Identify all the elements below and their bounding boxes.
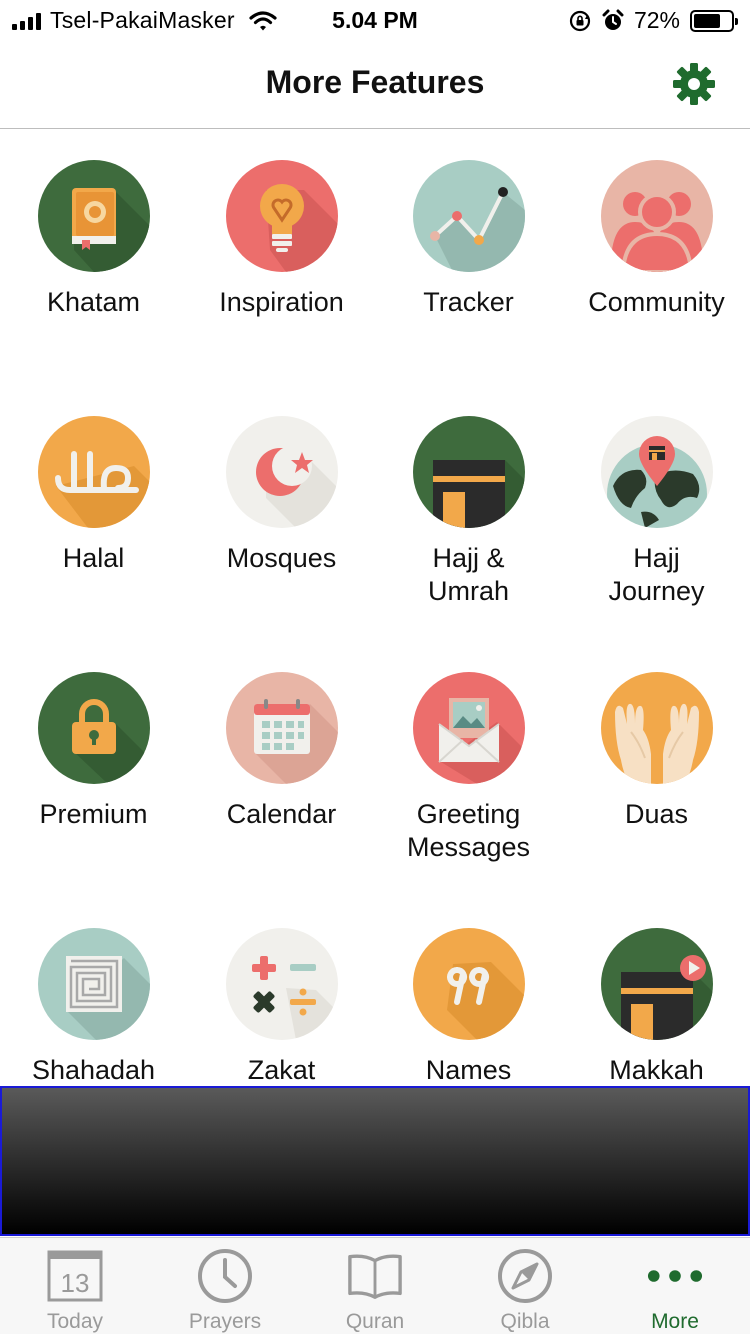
feature-icon-circle: [412, 672, 525, 784]
feature-icon-circle: [600, 672, 713, 784]
feature-icon-circle: [37, 672, 150, 784]
status-time: 5.04 PM: [332, 7, 418, 33]
tab-qibla[interactable]: Qibla: [450, 1238, 600, 1334]
kufic-calligraphy-icon: [37, 928, 150, 1040]
feature-names[interactable]: Names: [375, 928, 562, 1086]
feature-label: Names: [425, 1055, 512, 1085]
more-dots-icon: [647, 1270, 703, 1282]
tab-label: Prayers: [188, 1310, 262, 1333]
feature-icon-circle: [225, 928, 338, 1040]
feature-inspiration[interactable]: Inspiration: [188, 160, 375, 319]
status-left: Tsel-PakaiMasker: [12, 7, 277, 34]
battery-level: [694, 13, 720, 28]
battery-percent: 72%: [633, 7, 680, 33]
tab-bar: 13 Today Prayers Quran Qibla More: [0, 1237, 750, 1334]
quran-book-icon: [37, 160, 150, 272]
feature-premium[interactable]: Premium: [0, 672, 187, 831]
envelope-card-icon: [412, 672, 525, 784]
features-grid: Khatam Inspiration Tracker Community Hal…: [0, 160, 750, 1086]
feature-makkah[interactable]: Makkah: [563, 928, 750, 1086]
tab-label: Today: [46, 1310, 104, 1333]
feature-label: Greeting Messages: [406, 799, 531, 862]
feature-label: Premium: [39, 799, 148, 829]
feature-zakat[interactable]: Zakat: [188, 928, 375, 1086]
feature-hajj-journey[interactable]: Hajj Journey: [563, 416, 750, 608]
feature-icon-circle: [412, 416, 525, 528]
feature-label: Zakat: [247, 1055, 316, 1085]
tab-label: More: [651, 1310, 699, 1333]
feature-shahadah[interactable]: Shahadah: [0, 928, 187, 1086]
feature-halal[interactable]: Halal: [0, 416, 187, 575]
feature-label: Makkah: [609, 1055, 704, 1085]
kaaba-video-icon: [600, 928, 713, 1040]
people-group-icon: [600, 160, 713, 272]
feature-hajj-umrah[interactable]: Hajj & Umrah: [375, 416, 562, 608]
clock-icon: [198, 1249, 252, 1303]
feature-label: Duas: [624, 799, 689, 829]
compass-icon: [498, 1249, 552, 1303]
ad-banner[interactable]: [0, 1086, 750, 1236]
carrier-name: Tsel-PakaiMasker: [50, 7, 235, 33]
feature-label: Mosques: [226, 543, 337, 573]
feature-label: Shahadah: [31, 1055, 156, 1085]
wifi-icon: [249, 10, 277, 30]
feature-icon-circle: [412, 928, 525, 1040]
line-chart-icon: [412, 160, 525, 272]
status-right: 72%: [568, 7, 738, 34]
status-bar: Tsel-PakaiMasker 5.04 PM 72%: [0, 0, 750, 40]
feature-label: Khatam: [46, 287, 141, 317]
feature-community[interactable]: Community: [563, 160, 750, 319]
crescent-star-icon: [225, 416, 338, 528]
padlock-icon: [37, 672, 150, 784]
tab-quran[interactable]: Quran: [300, 1238, 450, 1334]
feature-icon-circle: [225, 416, 338, 528]
signal-icon: [12, 12, 41, 30]
feature-label: Calendar: [226, 799, 337, 829]
tab-prayers[interactable]: Prayers: [150, 1238, 300, 1334]
halal-arabic-icon: [37, 416, 150, 528]
battery-icon: [690, 9, 738, 32]
rotation-lock-icon: [569, 10, 591, 31]
feature-mosques[interactable]: Mosques: [188, 416, 375, 575]
calendar-day-icon: 13: [47, 1250, 103, 1302]
page-title: More Features: [265, 64, 485, 100]
feature-icon-circle: [412, 160, 525, 272]
kaaba-icon: [412, 416, 525, 528]
feature-label: Halal: [62, 543, 125, 573]
tab-label: Quran: [345, 1310, 405, 1333]
feature-calendar[interactable]: Calendar: [188, 672, 375, 831]
feature-icon-circle: [37, 160, 150, 272]
feature-label: Tracker: [423, 287, 514, 317]
feature-icon-circle: [37, 928, 150, 1040]
feature-tracker[interactable]: Tracker: [375, 160, 562, 319]
calculator-symbols-icon: [225, 928, 338, 1040]
feature-khatam[interactable]: Khatam: [0, 160, 187, 319]
alarm-clock-icon: [602, 9, 624, 30]
tab-more[interactable]: More: [600, 1238, 750, 1334]
tab-today[interactable]: 13 Today: [0, 1238, 150, 1334]
globe-pin-icon: [600, 416, 713, 528]
feature-greeting-messages[interactable]: Greeting Messages: [375, 672, 562, 864]
calendar-day-number: 13: [61, 1268, 90, 1298]
feature-icon-circle: [225, 672, 338, 784]
gear-icon[interactable]: [672, 62, 716, 106]
calendar-icon: [225, 672, 338, 784]
navigation-bar: More Features: [0, 40, 750, 129]
arabic-99-icon: [412, 928, 525, 1040]
feature-icon-circle: [600, 160, 713, 272]
feature-icon-circle: [37, 416, 150, 528]
praying-hands-icon: [600, 672, 713, 784]
feature-label: Hajj & Umrah: [427, 543, 509, 606]
feature-label: Inspiration: [219, 287, 344, 317]
feature-icon-circle: [600, 416, 713, 528]
feature-duas[interactable]: Duas: [563, 672, 750, 831]
lightbulb-heart-icon: [225, 160, 338, 272]
feature-icon-circle: [225, 160, 338, 272]
feature-label: Community: [588, 287, 725, 317]
tab-label: Qibla: [500, 1310, 550, 1333]
open-book-icon: [348, 1254, 402, 1299]
feature-label: Hajj Journey: [608, 543, 705, 606]
feature-icon-circle: [600, 928, 713, 1040]
